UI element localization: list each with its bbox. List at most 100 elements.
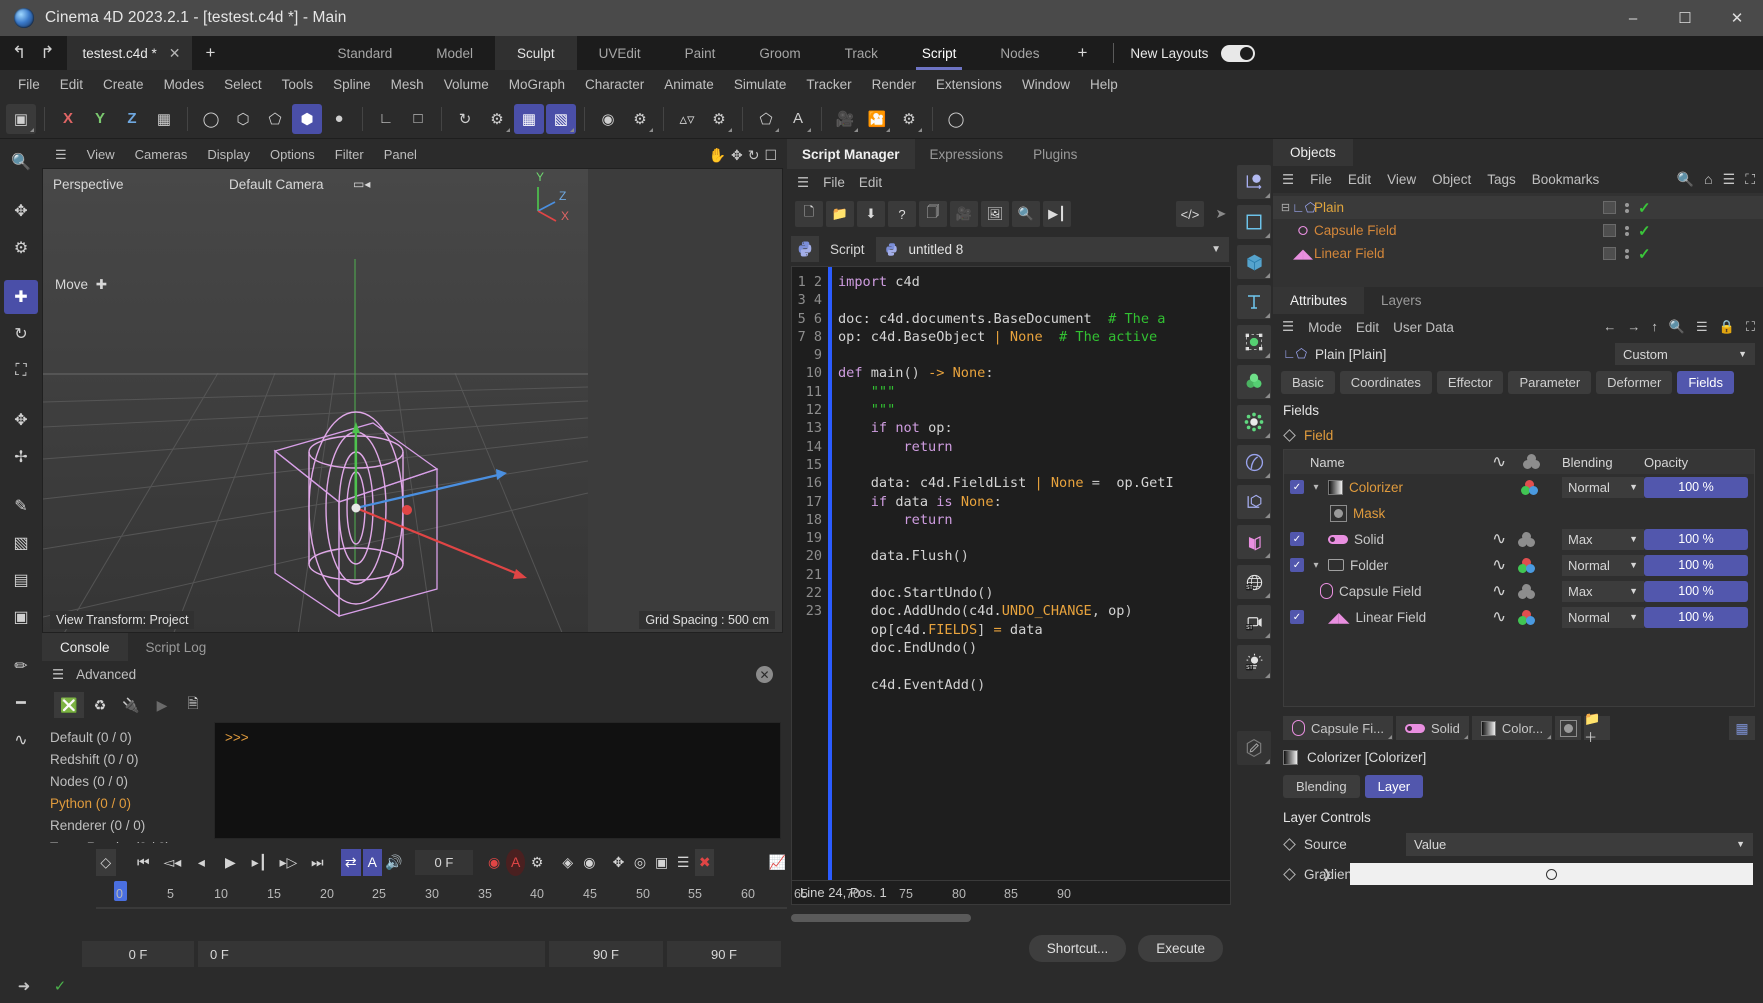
channel-default[interactable]: Default (0 / 0): [50, 730, 214, 745]
layout-tab-track[interactable]: Track: [823, 36, 900, 70]
source-select[interactable]: Value ▼: [1406, 832, 1753, 856]
keying-settings-icon[interactable]: ⚙: [527, 849, 547, 876]
menu-spline[interactable]: Spline: [323, 77, 381, 92]
tab-script-log[interactable]: Script Log: [128, 633, 225, 661]
render-picture-icon[interactable]: 🎦: [862, 104, 892, 134]
autokeying-button[interactable]: A: [505, 848, 526, 876]
pan-hand-icon[interactable]: ✋: [709, 147, 726, 164]
autokey-button[interactable]: A: [362, 848, 383, 876]
field-row-colorizer[interactable]: ✓ ▾ Colorizer Normal ▼ 100 %: [1284, 474, 1754, 500]
maximize-button[interactable]: ☐: [1659, 0, 1711, 36]
previous-key-button[interactable]: ◅◂: [158, 849, 186, 876]
timeline-ruler[interactable]: 0 5 10 15 20 25 30 35 40 45 50 55 60 65 …: [96, 881, 1071, 915]
attr-tab-parameter[interactable]: Parameter: [1508, 370, 1592, 394]
minimize-button[interactable]: –: [1607, 0, 1659, 36]
field-row-solid[interactable]: ✓ Solid ∿ Max ▼ 100 %: [1284, 526, 1754, 552]
channel-python[interactable]: Python (0 / 0): [50, 796, 214, 811]
attr-tab-effector[interactable]: Effector: [1436, 370, 1504, 394]
tab-plugins[interactable]: Plugins: [1018, 139, 1092, 169]
cursor-arrow-icon[interactable]: ➜: [14, 976, 34, 996]
layout-tab-groom[interactable]: Groom: [737, 36, 822, 70]
object-row-capsule-field[interactable]: ⭘ Capsule Field ✓: [1273, 219, 1763, 242]
gradient-editor[interactable]: [1350, 863, 1753, 885]
menu-extensions[interactable]: Extensions: [926, 77, 1012, 92]
close-button[interactable]: ✕: [1711, 0, 1763, 36]
opacity-slider[interactable]: 100 %: [1644, 528, 1748, 550]
objects-menu-view[interactable]: View: [1387, 172, 1416, 187]
menu-file[interactable]: File: [8, 77, 50, 92]
record-script-icon[interactable]: 🎥: [950, 201, 978, 227]
move-axis-icon[interactable]: ✥: [4, 403, 38, 437]
menu-window[interactable]: Window: [1012, 77, 1080, 92]
visibility-dot[interactable]: [1603, 247, 1616, 260]
chip-capsule-field[interactable]: Capsule Fi...: [1283, 716, 1393, 740]
clear-console-icon[interactable]: ❎: [54, 692, 84, 718]
expand-icon[interactable]: ⛶: [1746, 319, 1755, 335]
recycle-icon[interactable]: ♻: [85, 692, 115, 718]
live-selection-icon[interactable]: ✥: [4, 194, 38, 228]
search-icon[interactable]: 🔍: [1669, 319, 1685, 335]
menu-help[interactable]: Help: [1080, 77, 1128, 92]
play-button[interactable]: ▶: [216, 849, 244, 876]
code-area[interactable]: import c4d doc: c4d.documents.BaseDocume…: [828, 267, 1230, 880]
layout-tab-model[interactable]: Model: [414, 36, 495, 70]
viewport-menu-display[interactable]: Display: [198, 142, 259, 168]
shortcut-button[interactable]: Shortcut...: [1028, 934, 1127, 962]
editor-horizontal-scrollbar[interactable]: [791, 909, 1231, 927]
objects-menu-tags[interactable]: Tags: [1487, 172, 1516, 187]
menu-select[interactable]: Select: [214, 77, 272, 92]
undo-icon[interactable]: ↰: [12, 43, 26, 63]
field-row-linear-field[interactable]: ✓ ◢◣ Linear Field ∿ Normal ▼ 100 %: [1284, 604, 1754, 630]
enabled-check-icon[interactable]: ✓: [1638, 245, 1651, 263]
script-file-select[interactable]: untitled 8 ▼: [875, 236, 1229, 262]
viewport-camera-lock-icon[interactable]: ▭◂: [353, 177, 370, 191]
chevron-down-icon[interactable]: ▼: [1629, 560, 1638, 570]
object-row-linear-field[interactable]: ◢◣ Linear Field ✓: [1273, 242, 1763, 265]
opacity-slider[interactable]: 100 %: [1644, 554, 1748, 576]
new-document-button[interactable]: +: [192, 36, 230, 70]
disable-keys-icon[interactable]: ✖: [694, 848, 715, 876]
chevron-down-icon[interactable]: ▼: [1629, 534, 1638, 544]
animate-diamond-icon[interactable]: [1283, 837, 1296, 851]
field-row-folder[interactable]: ✓ ▾ Folder ∿ Normal ▼ 100 %: [1284, 552, 1754, 578]
animate-diamond-icon[interactable]: [1283, 867, 1296, 881]
redo-icon[interactable]: ↱: [40, 43, 54, 63]
visibility-dots-icon[interactable]: [1625, 248, 1629, 259]
field-checkbox[interactable]: ✓: [1290, 532, 1304, 546]
rotate-tool-icon[interactable]: ↻: [4, 317, 38, 351]
sculpt-grab-icon[interactable]: ▤: [4, 563, 38, 597]
viewport-menu-filter[interactable]: Filter: [326, 142, 373, 168]
new-script-icon[interactable]: 🗋: [795, 201, 823, 227]
camera-object-icon[interactable]: ST: [1237, 605, 1271, 639]
primitive-cube-icon[interactable]: ⬠: [751, 104, 781, 134]
search-tool-icon[interactable]: 🔍: [4, 145, 38, 179]
animate-diamond-icon[interactable]: [1283, 428, 1296, 442]
maximize-view-icon[interactable]: ☐: [764, 147, 777, 164]
position-key-icon[interactable]: ◈: [558, 849, 578, 876]
expand-icon[interactable]: ⛶: [1745, 171, 1755, 188]
console-close-icon[interactable]: ✕: [756, 666, 773, 683]
cube-object-icon[interactable]: [1237, 245, 1271, 279]
filter-icon[interactable]: ☰: [1696, 319, 1708, 335]
next-key-button[interactable]: ▸▷: [274, 849, 302, 876]
channel-renderer[interactable]: Renderer (0 / 0): [50, 818, 214, 833]
menu-tracker[interactable]: Tracker: [796, 77, 861, 92]
color-toggle-icon[interactable]: [1518, 531, 1536, 547]
axis-z-icon[interactable]: Z: [117, 104, 147, 134]
duplicate-icon[interactable]: 🗍: [919, 201, 947, 227]
scrollbar-thumb[interactable]: [791, 914, 971, 922]
blending-select[interactable]: Max ▼: [1562, 528, 1644, 550]
world-coordinates-icon[interactable]: ▦: [149, 104, 179, 134]
document-icon[interactable]: 🗎: [178, 692, 208, 718]
script-menu-edit[interactable]: Edit: [859, 175, 882, 190]
current-frame-field[interactable]: 0 F: [414, 849, 474, 875]
deformer-icon[interactable]: [1237, 325, 1271, 359]
viewport-menu-panel[interactable]: Panel: [375, 142, 426, 168]
frame-start-field[interactable]: 0 F: [82, 941, 194, 967]
axis-y-icon[interactable]: Y: [85, 104, 115, 134]
objects-menu-object[interactable]: Object: [1432, 172, 1471, 187]
layout-tab-uvedit[interactable]: UVEdit: [577, 36, 663, 70]
tool-settings-icon[interactable]: ⚙: [4, 231, 38, 265]
add-layout-button[interactable]: +: [1061, 36, 1103, 70]
execute-button[interactable]: Execute: [1138, 934, 1223, 962]
